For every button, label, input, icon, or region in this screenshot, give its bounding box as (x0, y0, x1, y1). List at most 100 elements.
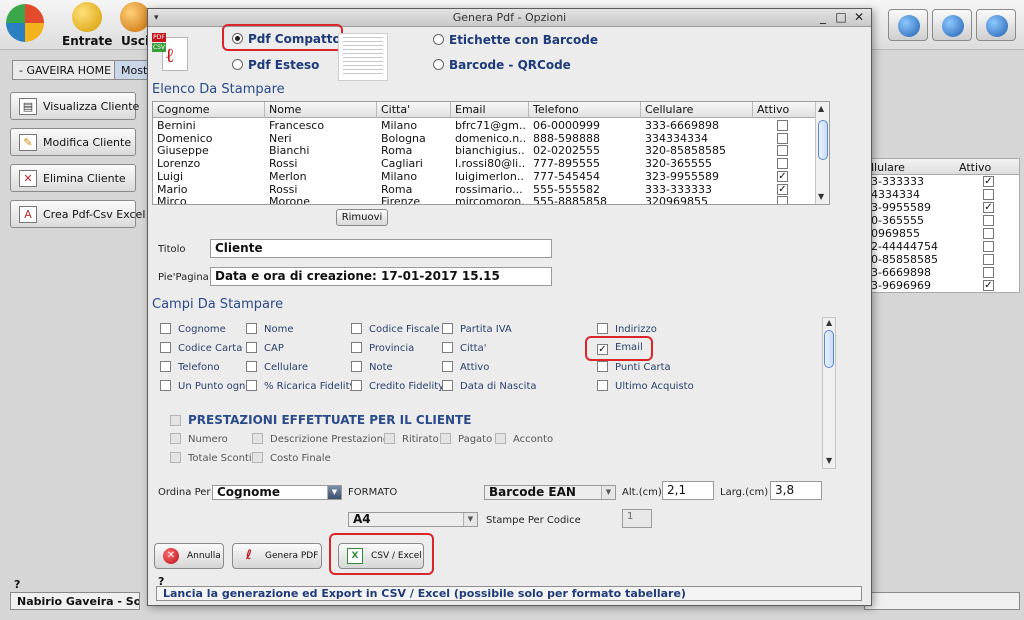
table-row[interactable]: Giuseppe Bianchi Roma bianchigius... 02-0202… (153, 144, 817, 157)
etichette-barcode-radio[interactable]: Etichette con Barcode (433, 33, 598, 47)
crea-pdf-csv-button[interactable]: A Crea Pdf-Csv Excel (10, 200, 145, 228)
piepagina-input[interactable]: Data e ora di creazione: 17-01-2017 15.1… (210, 267, 552, 286)
titolo-input[interactable]: Cliente (210, 239, 552, 258)
alt-input[interactable]: 2,1 (662, 481, 714, 500)
checkmark-icon[interactable]: ✓ (777, 170, 788, 182)
campo-ricarica-fidelity-checkbox[interactable]: % Ricarica Fidelity (246, 380, 355, 392)
scroll-up-icon[interactable]: ▲ (826, 318, 832, 327)
checkbox-box[interactable] (983, 228, 994, 239)
column-header[interactable]: Attivo (753, 102, 817, 118)
table-row[interactable]: Mario Rossi Roma rossimario... 555-555582 333… (153, 183, 817, 196)
column-header[interactable]: Telefono (529, 102, 641, 118)
campo-punti-carta-checkbox[interactable]: Punti Carta (597, 361, 671, 373)
prestazione-descrizione-checkbox[interactable]: Descrizione Prestazione (252, 433, 389, 445)
table-row[interactable]: Mirco Morone Firenze mircomoron... 555-88858… (153, 195, 817, 204)
power-button[interactable] (976, 9, 1016, 41)
prestazione-ritirato-checkbox[interactable]: Ritirato (384, 433, 439, 445)
prestazione-pagato-checkbox[interactable]: Pagato (440, 433, 492, 445)
checkbox-box[interactable] (777, 120, 788, 131)
pdf-compatto-radio[interactable]: Pdf Compatto (232, 32, 341, 46)
background-table-row[interactable]: 2-44444754 (867, 240, 1019, 253)
pdf-esteso-radio[interactable]: Pdf Esteso (232, 58, 319, 72)
prestazione-acconto-checkbox[interactable]: Acconto (495, 433, 553, 445)
column-header[interactable]: Email (451, 102, 529, 118)
paper-size-select[interactable]: A4 ▼ (348, 512, 478, 527)
column-header[interactable]: Cellulare (641, 102, 753, 118)
prestazioni-checkbox[interactable]: PRESTAZIONI EFFETTUATE PER IL CLIENTE (170, 413, 471, 427)
campo-nome-checkbox[interactable]: Nome (246, 323, 294, 335)
background-table-row[interactable]: 3-6669898 (867, 266, 1019, 279)
campo-cap-checkbox[interactable]: CAP (246, 342, 284, 354)
visualizza-cliente-button[interactable]: ▤ Visualizza Cliente (10, 92, 139, 120)
window-menu-icon[interactable]: ▾ (154, 9, 159, 27)
checkmark-icon[interactable]: ✓ (777, 183, 788, 195)
background-table-row[interactable]: 4334334 (867, 188, 1019, 201)
minimize-icon[interactable]: _ (815, 9, 831, 26)
background-table-row[interactable]: 3-9955589 ✓ (867, 201, 1019, 214)
checkmark-icon[interactable]: ✓ (983, 280, 994, 291)
checkbox-box[interactable] (777, 145, 788, 157)
background-table-row[interactable]: 0-365555 (867, 214, 1019, 227)
column-header[interactable]: Nome (265, 102, 377, 118)
checkbox-box[interactable] (777, 158, 788, 170)
checkmark-icon[interactable]: ✓ (983, 202, 994, 213)
modifica-cliente-button[interactable]: ✎ Modifica Cliente (10, 128, 136, 156)
scroll-thumb[interactable] (818, 120, 828, 160)
table-row[interactable]: Domenico Neri Bologna domenico.n... 888-5988… (153, 132, 817, 145)
campo-attivo-checkbox[interactable]: Attivo (442, 361, 489, 373)
checkmark-icon[interactable]: ✓ (983, 176, 994, 187)
checkbox-box[interactable] (983, 267, 994, 278)
larg-input[interactable]: 3,8 (770, 481, 822, 500)
elimina-cliente-button[interactable]: ✕ Elimina Cliente (10, 164, 136, 192)
tab-gaveira-home[interactable]: - GAVEIRA HOME - (12, 60, 126, 80)
campo-note-checkbox[interactable]: Note (351, 361, 393, 373)
genera-pdf-button[interactable]: ℓ Genera PDF (232, 543, 322, 569)
ordina-per-select[interactable]: Cognome ▼ (212, 485, 342, 500)
campo-codice-carta-checkbox[interactable]: Codice Carta (160, 342, 242, 354)
prestazione-numero-checkbox[interactable]: Numero (170, 433, 228, 445)
checkbox-box[interactable] (777, 196, 788, 204)
background-table-row[interactable]: 3-333333 ✓ (867, 175, 1019, 188)
barcode-type-select[interactable]: Barcode EAN ▼ (484, 485, 616, 500)
campo-cellulare-checkbox[interactable]: Cellulare (246, 361, 308, 373)
uscite-button[interactable]: Usci (120, 2, 150, 48)
campo-cognome-checkbox[interactable]: Cognome (160, 323, 226, 335)
close-icon[interactable]: ✕ (851, 9, 867, 26)
campo-email-checkbox[interactable]: ✓ Email (597, 342, 643, 355)
campi-scrollbar[interactable]: ▲ ▼ (822, 317, 836, 469)
checkbox-box[interactable] (983, 215, 994, 226)
minimize-app-button[interactable] (932, 9, 972, 41)
prestazione-costo-finale-checkbox[interactable]: Costo Finale (252, 452, 331, 464)
column-header[interactable]: Cognome (153, 102, 265, 118)
campo-credito-fidelity-checkbox[interactable]: Credito Fidelity (351, 380, 444, 392)
campo-telefono-checkbox[interactable]: Telefono (160, 361, 220, 373)
table-row[interactable]: Bernini Francesco Milano bfrc71@gm... 06-000… (153, 119, 817, 132)
checkbox-box[interactable] (983, 254, 994, 265)
checkbox-box[interactable] (983, 189, 994, 200)
campo-citta-checkbox[interactable]: Citta' (442, 342, 486, 354)
maximize-icon[interactable]: □ (833, 9, 849, 26)
csv-excel-button[interactable]: X CSV / Excel (338, 543, 424, 569)
background-table-row[interactable]: 0969855 (867, 227, 1019, 240)
rimuovi-button[interactable]: Rimuovi (336, 209, 388, 226)
campo-partita-iva-checkbox[interactable]: Partita IVA (442, 323, 512, 335)
campo-indirizzo-checkbox[interactable]: Indirizzo (597, 323, 657, 335)
scroll-down-icon[interactable]: ▼ (826, 456, 832, 465)
campo-provincia-checkbox[interactable]: Provincia (351, 342, 414, 354)
table-row[interactable]: Lorenzo Rossi Cagliari l.rossi80@li... 777-8… (153, 157, 817, 170)
campo-ultimo-acquisto-checkbox[interactable]: Ultimo Acquisto (597, 380, 694, 392)
background-table-row[interactable]: 0-85858585 (867, 253, 1019, 266)
scroll-thumb[interactable] (824, 330, 834, 368)
elenco-table[interactable]: Cognome Nome Citta' Email Telefono Cellulare A… (152, 101, 830, 205)
scroll-up-icon[interactable]: ▲ (818, 104, 824, 113)
column-header[interactable]: Citta' (377, 102, 451, 118)
campo-data-nascita-checkbox[interactable]: Data di Nascita (442, 380, 537, 392)
entrate-button[interactable]: Entrate (62, 2, 112, 48)
table-row[interactable]: Luigi Merlon Milano luigimerlon... 777-54545… (153, 170, 817, 183)
scroll-down-icon[interactable]: ▼ (818, 192, 824, 201)
barcode-qrcode-radio[interactable]: Barcode - QRCode (433, 58, 571, 72)
checkbox-box[interactable] (777, 132, 788, 144)
checkbox-box[interactable] (983, 241, 994, 252)
annulla-button[interactable]: ✕ Annulla (154, 543, 224, 569)
campo-un-punto-ogni-checkbox[interactable]: Un Punto ogni (160, 380, 248, 392)
